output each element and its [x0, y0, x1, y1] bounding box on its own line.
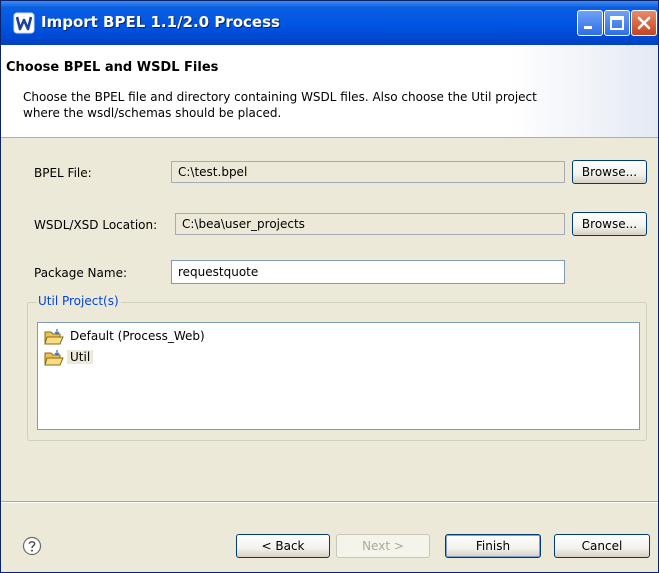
package-name-label: Package Name: [34, 266, 127, 280]
package-name-input[interactable] [171, 260, 565, 284]
cancel-button[interactable]: Cancel [554, 534, 650, 558]
wsdl-location-field[interactable]: C:\bea\user_projects [175, 213, 565, 235]
app-icon [13, 12, 35, 34]
maximize-button[interactable] [604, 10, 630, 36]
wsdl-browse-button[interactable]: Browse... [572, 212, 647, 236]
wizard-header: Choose BPEL and WSDL Files Choose the BP… [1, 45, 658, 138]
back-button[interactable]: < Back [236, 534, 330, 558]
bpel-file-field[interactable]: C:\test.bpel [171, 161, 565, 183]
import-bpel-dialog: Import BPEL 1.1/2.0 Process Choose BPEL … [0, 0, 659, 573]
window-title: Import BPEL 1.1/2.0 Process [41, 13, 280, 31]
folder-open-icon [44, 350, 64, 366]
page-description: Choose the BPEL file and directory conta… [23, 90, 537, 120]
next-button[interactable]: Next > [336, 534, 430, 558]
list-item-label: Default (Process_Web) [70, 329, 205, 343]
maximize-icon [610, 16, 624, 30]
minimize-button[interactable] [577, 10, 603, 36]
page-title: Choose BPEL and WSDL Files [6, 60, 219, 75]
wsdl-location-label: WSDL/XSD Location: [34, 218, 158, 232]
util-projects-label: Util Project(s) [36, 294, 121, 308]
help-icon[interactable] [22, 536, 42, 556]
close-icon [637, 16, 651, 30]
title-bar[interactable]: Import BPEL 1.1/2.0 Process [1, 1, 658, 45]
list-item-label: Util [67, 350, 94, 364]
footer-separator [1, 501, 658, 503]
close-button[interactable] [631, 10, 657, 36]
bpel-browse-button[interactable]: Browse... [572, 160, 647, 184]
bpel-file-label: BPEL File: [34, 166, 92, 180]
folder-open-icon [44, 329, 64, 345]
finish-button[interactable]: Finish [445, 534, 541, 558]
util-projects-list[interactable]: Default (Process_Web) Util [37, 322, 640, 430]
minimize-icon [584, 26, 592, 29]
